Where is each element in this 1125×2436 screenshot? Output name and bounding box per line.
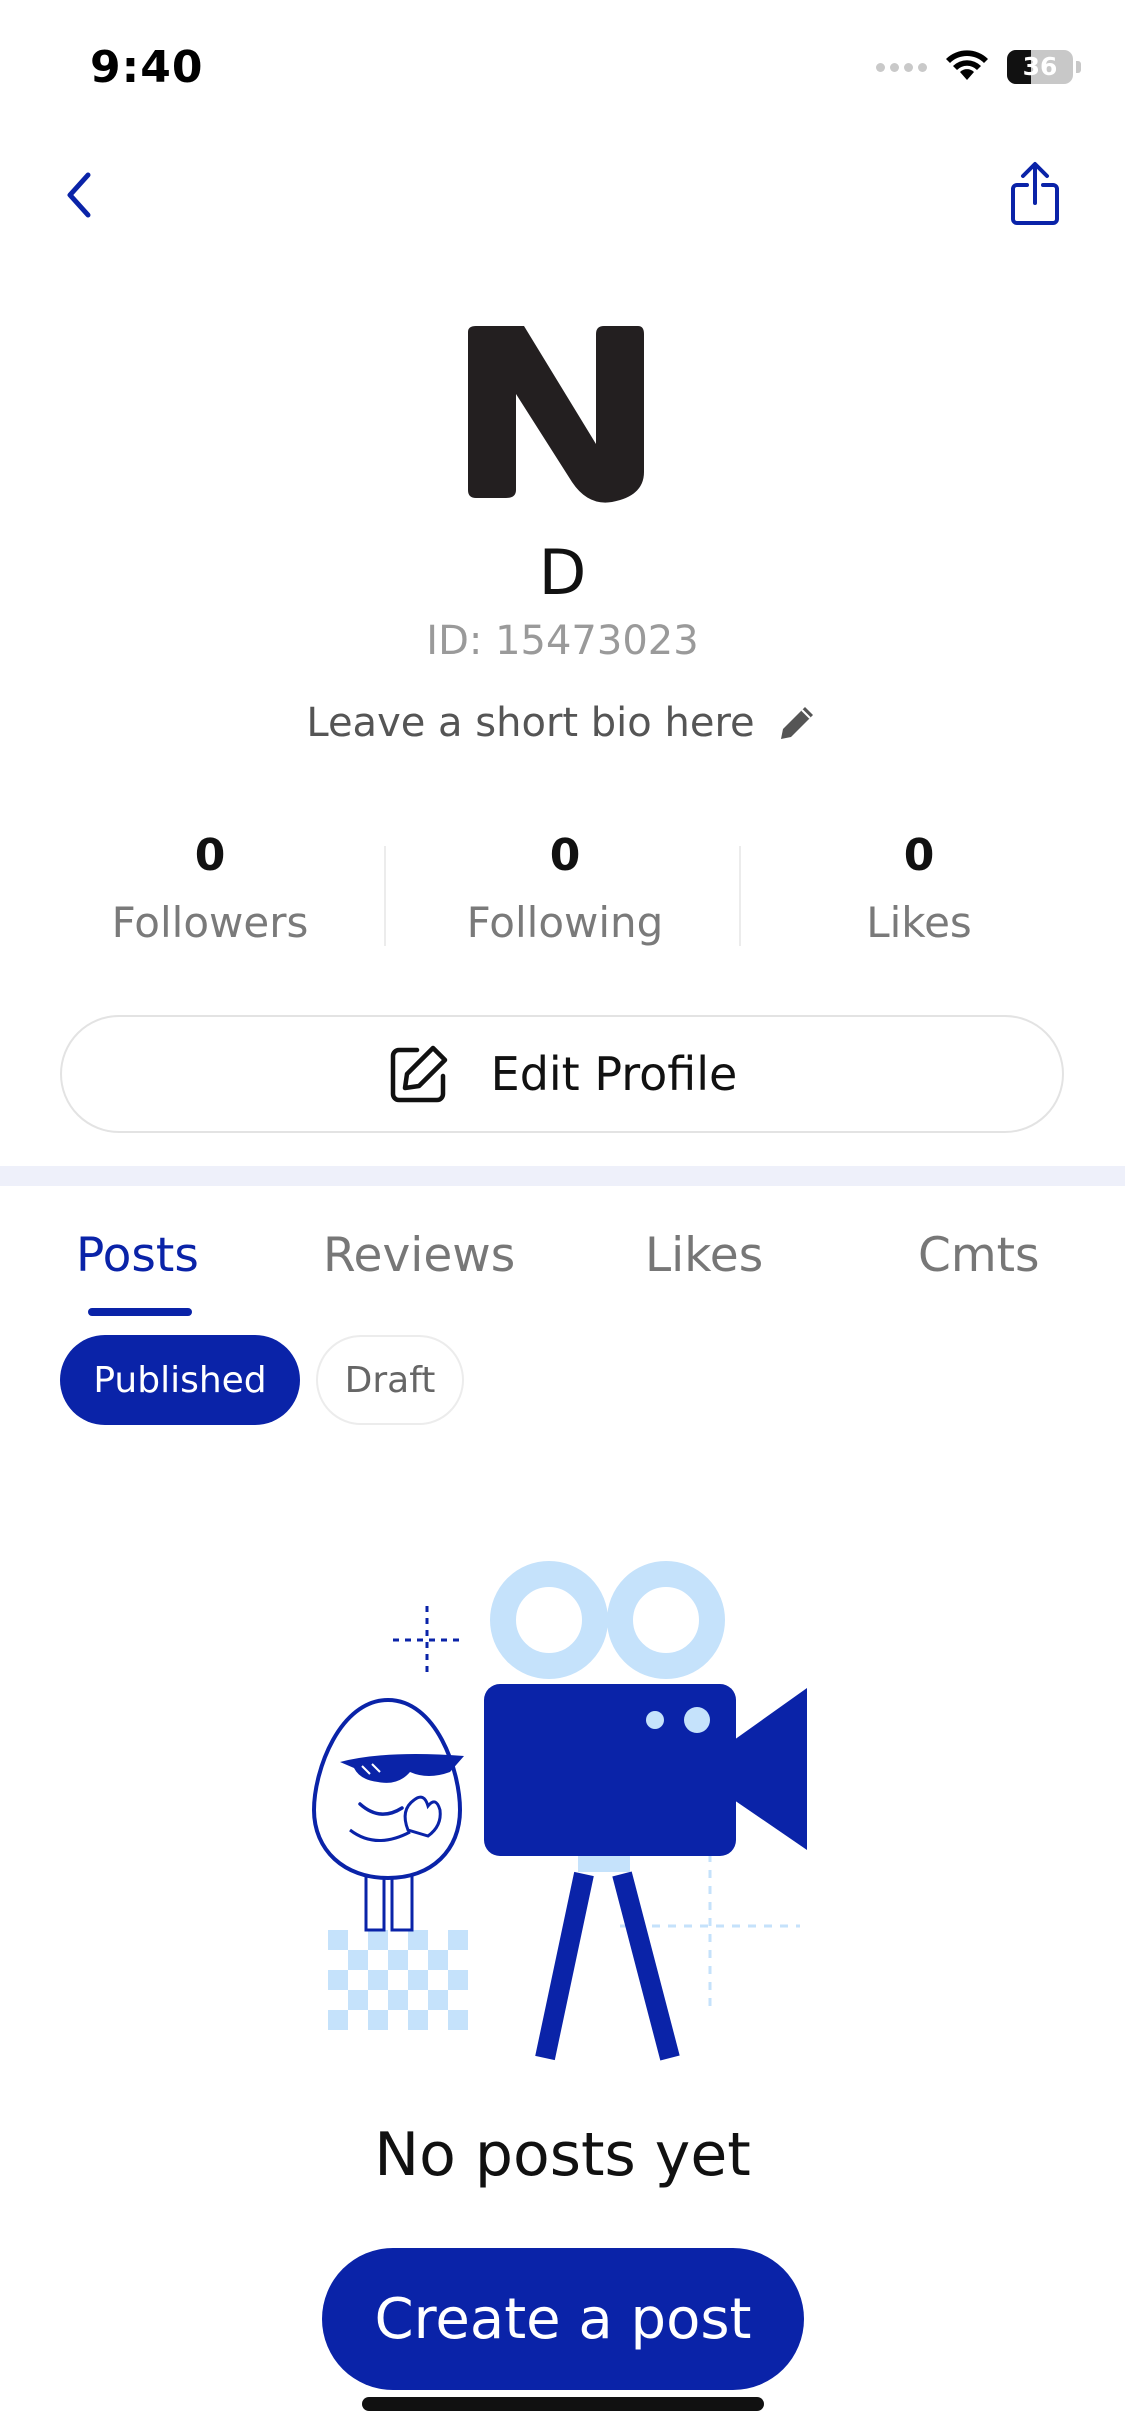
- active-tab-indicator: [88, 1308, 192, 1316]
- wifi-icon: [946, 50, 988, 80]
- tab-reviews[interactable]: Reviews: [323, 1228, 515, 1283]
- stat-label: Likes: [866, 898, 972, 947]
- stat-followers[interactable]: 0 Followers: [32, 826, 388, 947]
- status-bar: 9:40 36: [0, 0, 1125, 140]
- bio-placeholder: Leave a short bio here: [306, 700, 755, 746]
- create-post-button[interactable]: Create a post: [322, 2248, 804, 2390]
- display-name: D: [538, 536, 587, 609]
- filter-draft[interactable]: Draft: [316, 1335, 464, 1425]
- back-button[interactable]: [52, 168, 106, 222]
- empty-state-message: No posts yet: [374, 2120, 751, 2190]
- status-time: 9:40: [90, 42, 204, 93]
- stat-divider: [384, 846, 386, 946]
- stat-likes[interactable]: 0 Likes: [741, 826, 1097, 947]
- pencil-icon[interactable]: [775, 701, 819, 745]
- status-icons: 36: [876, 50, 1081, 84]
- signal-dots-icon: [876, 62, 927, 72]
- edit-profile-button[interactable]: Edit Profile: [60, 1015, 1064, 1133]
- avatar[interactable]: [462, 322, 662, 510]
- stat-following[interactable]: 0 Following: [387, 826, 743, 947]
- tab-likes[interactable]: Likes: [645, 1228, 763, 1283]
- bio-row[interactable]: Leave a short bio here: [0, 700, 1125, 746]
- n-logo-icon: [468, 326, 644, 503]
- stat-value: 0: [903, 830, 935, 881]
- stat-value: 0: [549, 830, 581, 881]
- content-tabs: Posts Reviews Likes Cmts: [0, 1210, 1125, 1320]
- post-filter-chips: Published Draft: [60, 1335, 464, 1425]
- edit-square-icon: [390, 1045, 447, 1103]
- battery-icon: 36: [1007, 50, 1073, 84]
- stat-label: Followers: [111, 898, 309, 947]
- stat-value: 0: [194, 830, 226, 881]
- share-button[interactable]: [1005, 158, 1065, 230]
- user-id: ID: 15473023: [426, 618, 699, 664]
- filter-published[interactable]: Published: [60, 1335, 300, 1425]
- chevron-left-icon: [67, 172, 91, 218]
- stat-label: Following: [466, 898, 664, 947]
- egg-camera-illustration: [311, 1561, 807, 2061]
- profile-stats: 0 Followers 0 Following 0 Likes: [0, 826, 1125, 966]
- edit-profile-label: Edit Profile: [490, 1047, 738, 1101]
- share-icon: [1011, 162, 1059, 225]
- tab-posts[interactable]: Posts: [76, 1228, 199, 1283]
- tab-cmts[interactable]: Cmts: [918, 1228, 1040, 1283]
- section-divider: [0, 1166, 1125, 1186]
- home-indicator: [362, 2397, 764, 2411]
- battery-percent: 36: [1022, 52, 1058, 81]
